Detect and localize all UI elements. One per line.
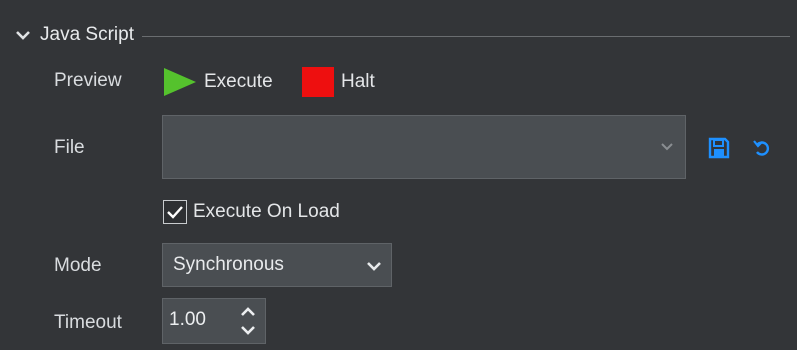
- mode-select[interactable]: Synchronous: [162, 243, 392, 287]
- execute-button[interactable]: Execute: [164, 68, 273, 96]
- mode-value: Synchronous: [173, 254, 284, 275]
- stop-icon: [302, 67, 334, 97]
- chevron-up-icon[interactable]: [238, 304, 258, 320]
- save-icon[interactable]: [708, 137, 730, 159]
- chevron-down-icon[interactable]: [238, 322, 258, 338]
- timeout-label: Timeout: [54, 312, 122, 333]
- execute-label: Execute: [204, 71, 273, 92]
- halt-label: Halt: [341, 71, 375, 92]
- chevron-down-icon[interactable]: [659, 138, 675, 154]
- section-divider: [141, 35, 790, 37]
- chevron-down-icon[interactable]: [365, 257, 383, 275]
- preview-label: Preview: [54, 70, 122, 91]
- collapse-chevron-down-icon[interactable]: [12, 24, 34, 46]
- reset-icon[interactable]: [752, 137, 772, 159]
- section-header[interactable]: Java Script: [12, 22, 790, 48]
- play-icon: [164, 68, 196, 96]
- execute-on-load-checkbox[interactable]: Execute On Load: [163, 199, 340, 225]
- execute-on-load-label: Execute On Load: [193, 201, 340, 222]
- file-label: File: [54, 137, 85, 158]
- timeout-value[interactable]: 1.00: [169, 309, 206, 331]
- section-title: Java Script: [40, 24, 134, 45]
- file-combobox[interactable]: [162, 115, 686, 179]
- javascript-panel: Java Script Preview Execute Halt File Ex…: [0, 0, 797, 354]
- halt-button[interactable]: Halt: [302, 67, 375, 97]
- mode-label: Mode: [54, 255, 102, 276]
- check-icon: [167, 206, 183, 219]
- checkbox-box[interactable]: [163, 200, 187, 224]
